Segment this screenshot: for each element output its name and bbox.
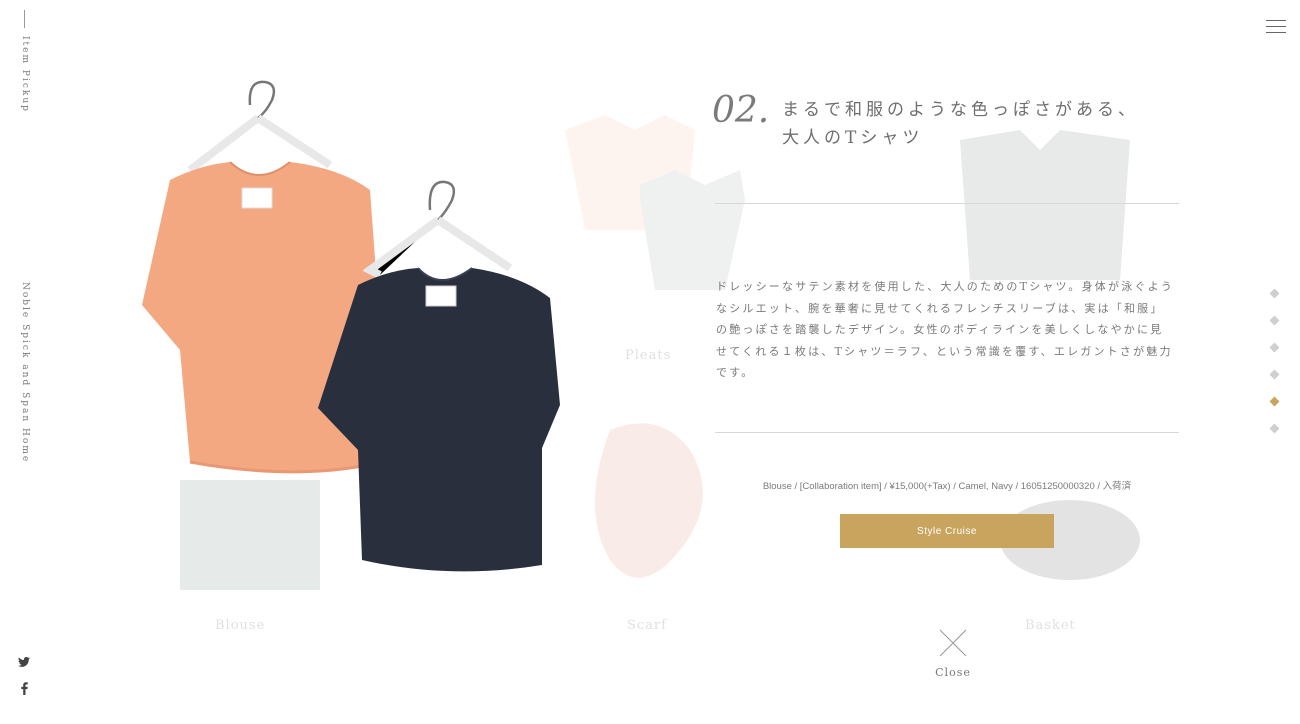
headline-line-2: 大人のTシャツ	[782, 128, 924, 148]
divider-top	[715, 203, 1179, 204]
product-image	[142, 80, 560, 572]
close-label: Close	[935, 666, 971, 679]
background-scarf	[595, 423, 703, 578]
headline-line-1: まるで和服のような色っぽさがある、	[782, 100, 1139, 120]
item-headline: まるで和服のような色っぽさがある、 大人のTシャツ	[782, 96, 1162, 152]
rail-divider	[24, 10, 25, 28]
background-label-4: Basket	[1025, 618, 1076, 633]
item-number: 02.	[712, 90, 770, 131]
hamburger-icon[interactable]	[1266, 18, 1286, 34]
pagination-dot-4[interactable]	[1269, 369, 1280, 380]
pagination-dot-6[interactable]	[1269, 423, 1280, 434]
item-description: ドレッシーなサテン素材を使用した、大人のためのTシャツ。身体が泳ぐようなシルエッ…	[716, 280, 1175, 379]
facebook-icon[interactable]	[21, 682, 28, 698]
brand-label: Noble Spick and Span Home	[20, 282, 30, 464]
close-icon	[939, 629, 967, 657]
item-meta: Blouse / [Collaboration item] / ¥15,000(…	[762, 481, 1132, 492]
twitter-icon[interactable]	[18, 656, 30, 670]
pagination-dot-3[interactable]	[1269, 342, 1280, 353]
style-cruise-button[interactable]: Style Cruise	[840, 514, 1054, 548]
close-button[interactable]: Close	[922, 628, 984, 679]
background-label-3: Scarf	[627, 618, 667, 633]
background-label-1: Pleats	[625, 348, 672, 363]
divider-bottom	[715, 432, 1179, 433]
background-label-2: Blouse	[215, 618, 266, 633]
pagination-dot-2[interactable]	[1269, 315, 1280, 326]
pagination	[1269, 288, 1280, 452]
pagination-dot-1[interactable]	[1269, 288, 1280, 299]
pagination-dot-5[interactable]	[1269, 396, 1280, 407]
section-label: Item Pickup	[20, 36, 30, 113]
navy-tshirt	[318, 268, 560, 572]
